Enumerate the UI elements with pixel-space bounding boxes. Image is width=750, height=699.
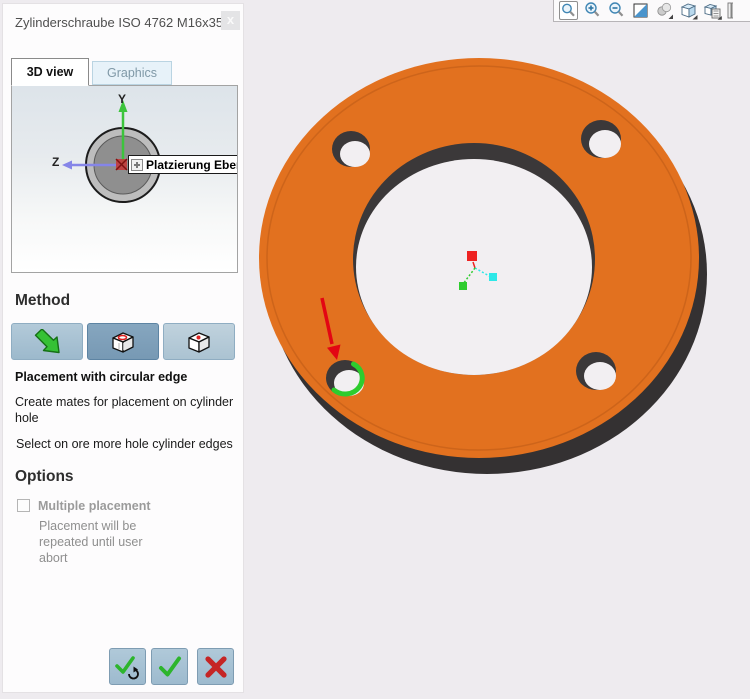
viewport-3d[interactable] xyxy=(244,0,750,699)
method-arrow-button[interactable] xyxy=(11,323,83,360)
hole-bottom-right xyxy=(584,362,616,390)
method-button-group xyxy=(11,323,235,360)
cube-with-point-icon xyxy=(188,331,210,353)
preview-tabs: 3D view Graphics xyxy=(11,58,173,86)
view-cube-icon[interactable] xyxy=(679,1,698,20)
placement-point-marker xyxy=(115,158,128,171)
multiple-placement-option: Multiple placement xyxy=(17,499,151,513)
multiple-placement-checkbox[interactable] xyxy=(17,499,30,512)
tab-3d-view[interactable]: 3D view xyxy=(11,58,89,86)
zoom-out-icon[interactable] xyxy=(607,1,626,20)
tab-graphics[interactable]: Graphics xyxy=(92,61,173,85)
options-heading: Options xyxy=(15,468,74,485)
check-icon xyxy=(158,656,181,676)
apply-and-repeat-button[interactable] xyxy=(109,648,146,685)
placement-dialog-panel: Zylinderschraube ISO 4762 M16x35 x 3D vi… xyxy=(2,3,244,693)
screw-preview-scene xyxy=(62,100,161,203)
screw-3d-preview[interactable]: Y Z Platzierung Ebene xyxy=(11,85,238,273)
view-toolbar xyxy=(553,0,750,22)
shaded-view-icon[interactable] xyxy=(655,1,674,20)
check-repeat-icon xyxy=(114,655,139,679)
list-partial-icon[interactable] xyxy=(727,1,733,20)
placement-tooltip: Platzierung Ebene xyxy=(128,155,237,174)
dialog-action-buttons xyxy=(3,648,234,685)
zoom-fit-icon[interactable] xyxy=(631,1,650,20)
hole-top-right xyxy=(589,130,621,158)
flange-scene xyxy=(259,58,707,474)
zoom-window-icon[interactable] xyxy=(559,1,578,20)
method-description: Create mates for placement on cylinder h… xyxy=(15,395,234,425)
red-cross-icon xyxy=(204,655,227,678)
zoom-in-icon[interactable] xyxy=(583,1,602,20)
method-hint: Select on ore more hole cylinder edges xyxy=(16,437,233,451)
cube-with-hole-icon xyxy=(112,331,134,353)
dialog-title: Zylinderschraube ISO 4762 M16x35 xyxy=(15,15,224,30)
plus-box-icon xyxy=(131,158,143,171)
green-diagonal-arrow-icon xyxy=(34,328,60,353)
hole-top-left xyxy=(340,141,370,167)
close-icon[interactable]: x xyxy=(221,11,240,30)
multiple-placement-description: Placement will be repeated until user ab… xyxy=(39,519,143,565)
multiple-placement-label: Multiple placement xyxy=(38,499,151,513)
method-point-button[interactable] xyxy=(163,323,235,360)
tooltip-text: Platzierung Ebene xyxy=(146,157,237,172)
method-heading: Method xyxy=(15,292,71,309)
view-cube-list-icon[interactable] xyxy=(703,1,722,20)
method-selected-title: Placement with circular edge xyxy=(15,370,188,384)
ok-button[interactable] xyxy=(151,648,188,685)
cancel-button[interactable] xyxy=(197,648,234,685)
z-axis-label: Z xyxy=(52,155,60,169)
method-circular-edge-button[interactable] xyxy=(87,323,159,360)
y-axis-label: Y xyxy=(118,92,127,106)
